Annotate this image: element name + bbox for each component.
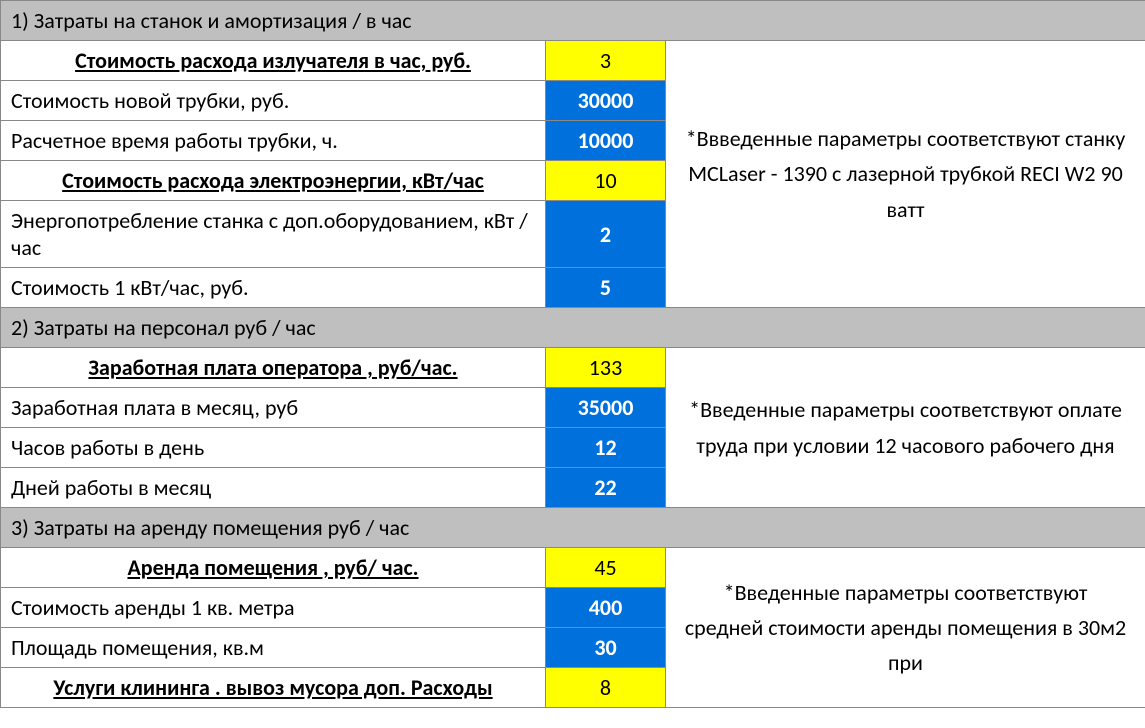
area-value[interactable]: 30 [546, 628, 666, 668]
salary-month-value[interactable]: 35000 [546, 388, 666, 428]
emitter-cost-label: Стоимость расхода излучателя в час, руб. [1, 41, 546, 81]
sqm-cost-value[interactable]: 400 [546, 588, 666, 628]
emitter-cost-value[interactable]: 3 [546, 41, 666, 81]
cost-table: 1) Затраты на станок и амортизация / в ч… [0, 0, 1145, 708]
section-2-header-row: 2) Затраты на персонал руб / час [1, 308, 1145, 348]
rent-hour-label: Аренда помещения , руб/ час. [1, 548, 546, 588]
hours-day-label: Часов работы в день [1, 428, 546, 468]
section-3-header-row: 3) Затраты на аренду помещения руб / час [1, 508, 1145, 548]
section-1-header-row: 1) Затраты на станок и амортизация / в ч… [1, 1, 1145, 41]
table-row: Аренда помещения , руб/ час. 45 *Введенн… [1, 548, 1145, 588]
cleaning-value[interactable]: 8 [546, 668, 666, 708]
section-3-header: 3) Затраты на аренду помещения руб / час [1, 508, 1145, 548]
tube-time-value[interactable]: 10000 [546, 121, 666, 161]
table-row: Заработная плата оператора , руб/час. 13… [1, 348, 1145, 388]
section-1-header: 1) Затраты на станок и амортизация / в ч… [1, 1, 1145, 41]
cleaning-label: Услуги клининга . вывоз мусора доп. Расх… [1, 668, 546, 708]
power-usage-label: Энергопотребление станка с доп.оборудова… [1, 201, 546, 268]
rent-hour-value[interactable]: 45 [546, 548, 666, 588]
section-2-header: 2) Затраты на персонал руб / час [1, 308, 1145, 348]
kwh-cost-label: Стоимость 1 кВт/час, руб. [1, 268, 546, 308]
energy-cost-label: Стоимость расхода электроэнергии, кВт/ча… [1, 161, 546, 201]
section-2-note: *Введенные параметры соответствуют оплат… [666, 348, 1145, 508]
sqm-cost-label: Стоимость аренды 1 кв. метра [1, 588, 546, 628]
section-3-note: *Введенные параметры соответствуют средн… [666, 548, 1145, 708]
salary-hour-value[interactable]: 133 [546, 348, 666, 388]
tube-cost-label: Стоимость новой трубки, руб. [1, 81, 546, 121]
salary-month-label: Заработная плата в месяц, руб [1, 388, 546, 428]
tube-time-label: Расчетное время работы трубки, ч. [1, 121, 546, 161]
salary-hour-label: Заработная плата оператора , руб/час. [1, 348, 546, 388]
tube-cost-value[interactable]: 30000 [546, 81, 666, 121]
table-row: Стоимость расхода излучателя в час, руб.… [1, 41, 1145, 81]
hours-day-value[interactable]: 12 [546, 428, 666, 468]
days-month-value[interactable]: 22 [546, 468, 666, 508]
days-month-label: Дней работы в месяц [1, 468, 546, 508]
area-label: Площадь помещения, кв.м [1, 628, 546, 668]
power-usage-value[interactable]: 2 [546, 201, 666, 268]
section-1-note: *Ввведенные параметры соответствуют стан… [666, 41, 1145, 308]
energy-cost-value[interactable]: 10 [546, 161, 666, 201]
kwh-cost-value[interactable]: 5 [546, 268, 666, 308]
